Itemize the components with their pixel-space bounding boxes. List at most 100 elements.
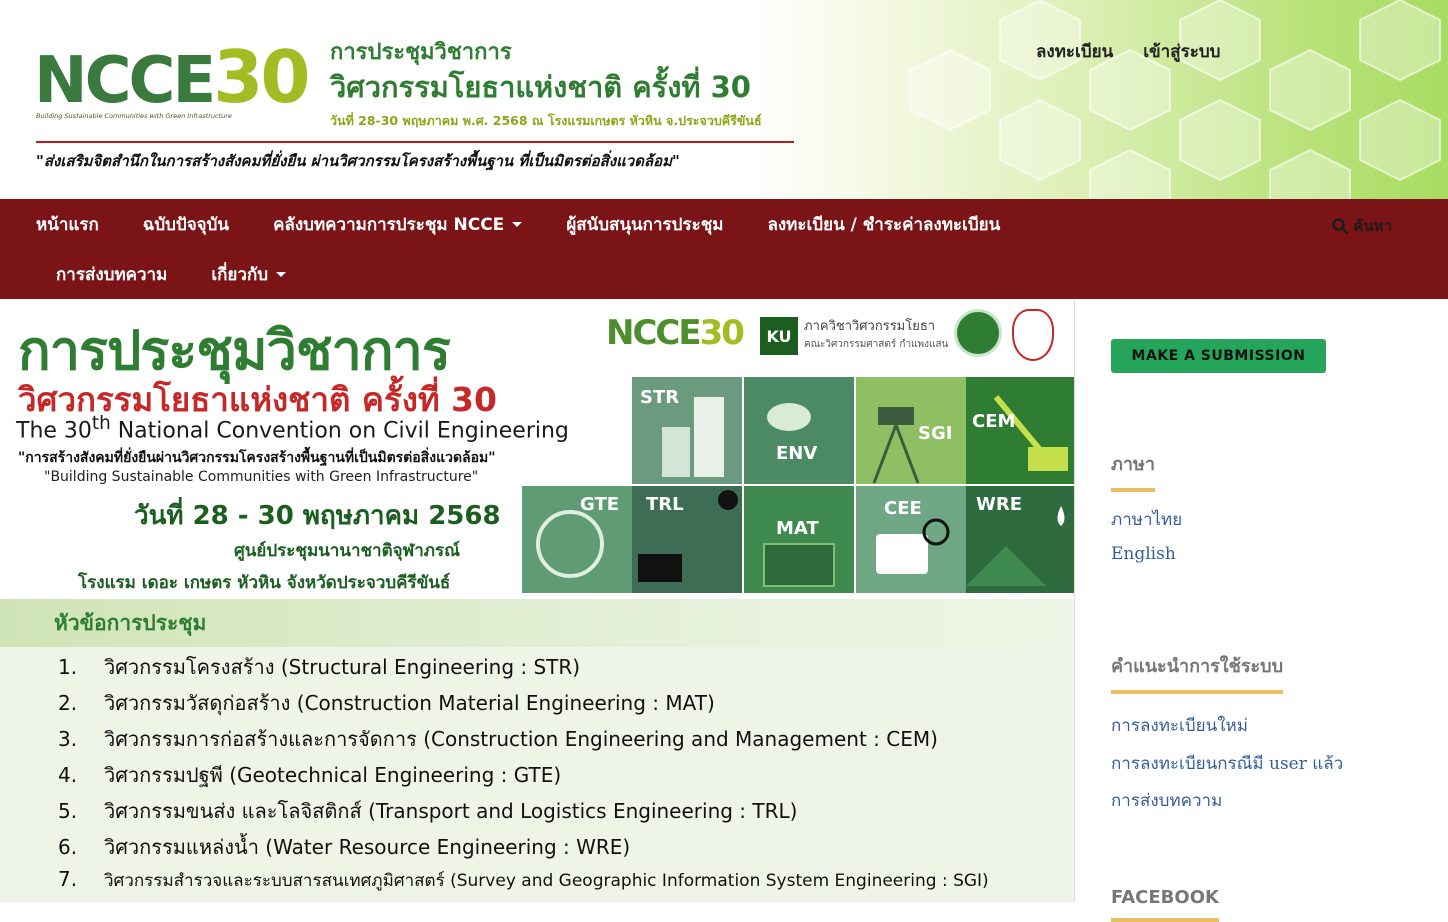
nav-registration-payment-label: ลงทะเบียน / ชำระค่าลงทะเบียน [767,214,1001,235]
chevron-down-icon [512,221,523,227]
header-divider [36,141,794,143]
banner-top: การประชุมวิชาการ วิศวกรรมโยธาแห่งชาติ คร… [0,299,1074,599]
banner-ncce30-logo: NCCE30 [606,313,745,353]
topic-item: 2. วิศวกรรมวัสดุก่อสร้าง (Construction Ma… [58,687,715,717]
nav-archive-label: คลังบทความการประชุม NCCE [273,214,505,235]
brick-wall-icon [744,486,854,593]
nav-home[interactable]: หน้าแรก [36,211,99,238]
banner-title-english-sup: th [91,413,111,434]
banner-date: วันที่ 28 - 30 พฤษภาคม 2568 [134,501,501,531]
search-icon [1332,218,1349,234]
nav-row-1: หน้าแรก ฉบับปัจจุบัน คลังบทความการประชุม… [36,199,1044,249]
topic-text: วิศวกรรมโครงสร้าง (Structural Engineerin… [104,655,581,679]
nav-current-issue[interactable]: ฉบับปัจจุบัน [143,211,229,238]
nav-about-label: เกี่ยวกับ [211,264,269,285]
logo-30: 30 [213,35,310,119]
nav-home-label: หน้าแรก [36,214,99,235]
logo-text: NCCE30 [34,35,310,122]
tile-str-label: STR [640,387,680,408]
nav-sponsors[interactable]: ผู้สนับสนุนการประชุม [566,211,723,238]
tile-cee: CEE [856,486,966,593]
site-header: NCCE30 Building Sustainable Communities … [0,0,1448,199]
topic-number: 5. [58,799,78,823]
tile-gte-label: GTE [580,494,620,515]
tile-trl-label: TRL [646,494,684,515]
ncce30-logo[interactable]: NCCE30 Building Sustainable Communities … [34,36,324,128]
topic-number: 1. [58,655,78,679]
nav-registration-payment[interactable]: ลงทะเบียน / ชำระค่าลงทะเบียน [767,211,1000,238]
nav-submissions[interactable]: การส่งบทความ [56,261,167,288]
nav-submissions-label: การส่งบทความ [56,264,168,285]
nav-about[interactable]: เกี่ยวกับ [211,261,287,288]
tile-trl: TRL [632,486,742,593]
royal-emblem-icon [1012,309,1054,361]
main-navigation: หน้าแรก ฉบับปัจจุบัน คลังบทความการประชุม… [0,199,1448,299]
tile-wre-label: WRE [976,494,1023,515]
language-heading: ภาษา [1111,449,1155,492]
nav-archive[interactable]: คลังบทความการประชุม NCCE [273,211,523,238]
banner-title-english: The 30th National Convention on Civil En… [16,413,569,443]
search-label: ค้นหา [1353,217,1392,235]
topic-text: วิศวกรรมการก่อสร้างและการจัดการ (Constru… [104,727,938,751]
topic-text: วิศวกรรมแหล่งน้ำ (Water Resource Enginee… [104,835,631,859]
language-thai-link[interactable]: ภาษาไทย [1111,506,1182,533]
ku-logo: KU [760,317,798,355]
topic-number: 6. [58,835,78,859]
sidebar: MAKE A SUBMISSION ภาษา ภาษาไทย English ค… [1076,299,1448,922]
tile-env-label: ENV [776,443,818,464]
language-english-link[interactable]: English [1111,544,1176,564]
tile-cem-label: CEM [972,411,1016,432]
banner-venue-line1: ศูนย์ประชุมนานาชาติจุฬาภรณ์ [234,541,460,561]
topic-text: วิศวกรรมสำรวจและระบบสารสนเทศภูมิศาสตร์ (… [104,871,989,891]
guide-heading: คำแนะนำการใช้ระบบ [1111,651,1284,694]
conference-slogan: "ส่งเสริมจิตสำนึกในการสร้างสังคมที่ยั่งย… [36,152,680,170]
tile-gte: GTE [522,486,632,593]
conference-title-line2: วิศวกรรมโยธาแห่งชาติ ครั้งที่ 30 [330,70,751,104]
tile-sgi-label: SGI [918,423,953,444]
search-link[interactable]: ค้นหา [1332,214,1392,238]
ku-department: ภาควิชาวิศวกรรมโยธา [804,319,936,334]
topic-tiles: STR ENV SGI CEM GTE TRL MAT CEE WRE [522,377,1074,593]
tile-mat-label: MAT [776,518,819,539]
banner-slogan-english: "Building Sustainable Communities with G… [44,469,479,485]
tile-cee-label: CEE [884,498,922,519]
topic-text: วิศวกรรมปฐพี (Geotechnical Engineering :… [104,763,562,787]
topic-number: 4. [58,763,78,787]
topic-item: 1. วิศวกรรมโครงสร้าง (Structural Engineer… [58,651,580,681]
tile-wre: WRE [966,486,1074,593]
user-links: ลงทะเบียน เข้าสู่ระบบ [1036,38,1220,65]
banner-title-english-suffix: National Convention on Civil Engineering [110,418,569,444]
banner-logo-text: NCCE [606,313,702,353]
login-link[interactable]: เข้าสู่ระบบ [1143,38,1220,65]
logo-tagline: Building Sustainable Communities with Gr… [36,112,232,120]
topic-text: วิศวกรรมวัสดุก่อสร้าง (Construction Mate… [104,691,715,715]
guide-submission-link[interactable]: การส่งบทความ [1111,787,1222,814]
tile-mat: MAT [744,486,854,593]
topic-item: 4. วิศวกรรมปฐพี (Geotechnical Engineering… [58,759,561,789]
register-link[interactable]: ลงทะเบียน [1036,38,1113,65]
topic-number: 3. [58,727,78,751]
banner-venue-line2: โรงแรม เดอะ เกษตร หัวหิน จังหวัดประจวบคี… [78,573,451,593]
nav-sponsors-label: ผู้สนับสนุนการประชุม [566,214,724,235]
logo-ncce: NCCE [34,44,216,118]
university-seal-icon [954,309,1002,357]
topic-item: 3. วิศวกรรมการก่อสร้างและการจัดการ (Const… [58,723,938,753]
guide-existing-user-link[interactable]: การลงทะเบียนกรณีมี user แล้ว [1111,750,1343,777]
conference-date-venue: วันที่ 28-30 พฤษภาคม พ.ศ. 2568 ณ โรงแรมเ… [330,113,762,128]
topic-number: 2. [58,691,78,715]
tile-sgi: SGI [856,377,966,484]
topics-title: หัวข้อการประชุม [54,611,207,635]
homepage-banner: การประชุมวิชาการ วิศวกรรมโยธาแห่งชาติ คร… [0,299,1075,902]
make-submission-button[interactable]: MAKE A SUBMISSION [1111,339,1326,373]
ku-faculty: คณะวิศวกรรมศาสตร์ กำแพงแสน [804,339,949,350]
banner-slogan-thai: "การสร้างสังคมที่ยั่งยืนผ่านวิศวกรรมโครง… [18,450,496,466]
tile-env: ENV [744,377,854,484]
guide-new-registration-link[interactable]: การลงทะเบียนใหม่ [1111,712,1248,739]
chevron-down-icon [276,271,287,277]
topic-item: 5. วิศวกรรมขนส่ง และโลจิสติกส์ (Transport… [58,795,797,825]
nav-current-issue-label: ฉบับปัจจุบัน [142,214,230,235]
banner-title-english-prefix: The 30 [16,418,92,444]
topic-number: 7. [58,867,78,891]
tile-cem: CEM [966,377,1074,484]
topic-text: วิศวกรรมขนส่ง และโลจิสติกส์ (Transport a… [104,799,798,823]
